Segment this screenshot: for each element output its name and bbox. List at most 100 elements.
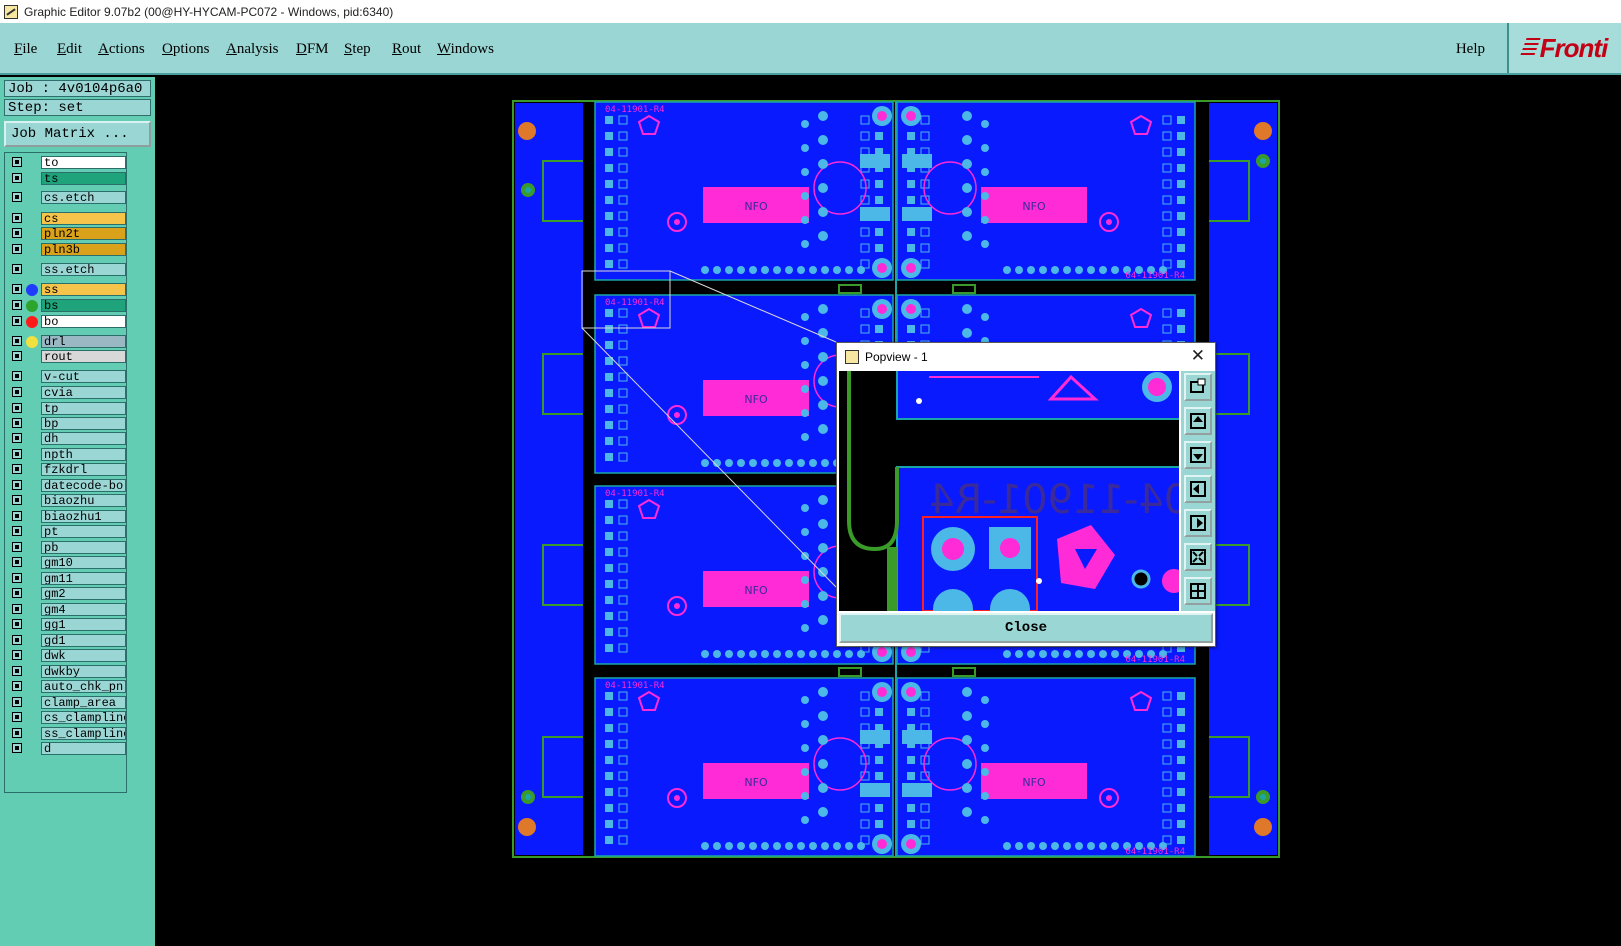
menu-analysis[interactable]: Analysis — [226, 41, 279, 58]
layer-row[interactable]: bs — [5, 299, 126, 313]
layer-checkbox[interactable] — [12, 557, 22, 567]
layer-row[interactable]: ss.etch — [5, 263, 126, 277]
layer-checkbox[interactable] — [12, 728, 22, 738]
layer-checkbox[interactable] — [12, 418, 22, 428]
layer-row[interactable]: pb — [5, 541, 126, 555]
layer-row[interactable]: cvia — [5, 386, 126, 400]
layer-name-bo[interactable]: bo — [41, 315, 126, 328]
layer-row[interactable]: cs — [5, 212, 126, 226]
layer-checkbox[interactable] — [12, 650, 22, 660]
layer-name-pln2t[interactable]: pln2t — [41, 227, 126, 240]
layer-checkbox[interactable] — [12, 464, 22, 474]
layer-row[interactable]: gm4 — [5, 603, 126, 617]
layer-row[interactable]: gd1 — [5, 634, 126, 648]
layer-row[interactable]: pln2t — [5, 227, 126, 241]
popview-zoom-view[interactable]: 04-11901-R4 — [839, 371, 1179, 611]
layer-name-cvia[interactable]: cvia — [41, 386, 126, 399]
layer-checkbox[interactable] — [12, 573, 22, 583]
layer-name-gm11[interactable]: gm11 — [41, 572, 126, 585]
layer-name-d[interactable]: d — [41, 742, 126, 755]
layer-row[interactable]: drl — [5, 335, 126, 349]
layer-row[interactable]: cs.etch — [5, 191, 126, 205]
layer-row[interactable]: gm10 — [5, 556, 126, 570]
layer-checkbox[interactable] — [12, 351, 22, 361]
layer-name-tp[interactable]: tp — [41, 402, 126, 415]
layer-name-auto_chk_pnl[interactable]: auto_chk_pnl — [41, 680, 126, 693]
menu-options[interactable]: Options — [162, 41, 210, 58]
layer-name-gg1[interactable]: gg1 — [41, 618, 126, 631]
layer-checkbox[interactable] — [12, 300, 22, 310]
layer-checkbox[interactable] — [12, 526, 22, 536]
layer-row[interactable]: to — [5, 156, 126, 170]
layer-checkbox[interactable] — [12, 542, 22, 552]
layer-row[interactable]: fzkdrl — [5, 463, 126, 477]
pan-up-icon[interactable] — [1184, 407, 1212, 435]
popview-close-icon[interactable]: ✕ — [1191, 347, 1205, 365]
layer-checkbox[interactable] — [12, 244, 22, 254]
layer-name-dwkby[interactable]: dwkby — [41, 665, 126, 678]
layer-name-v-cut[interactable]: v-cut — [41, 370, 126, 383]
layer-row[interactable]: ss_clampline — [5, 727, 126, 741]
layer-name-pb[interactable]: pb — [41, 541, 126, 554]
pan-right-icon[interactable] — [1184, 509, 1212, 537]
layer-row[interactable]: auto_chk_pnl — [5, 680, 126, 694]
layer-checkbox[interactable] — [12, 284, 22, 294]
layer-name-bs[interactable]: bs — [41, 299, 126, 312]
layer-name-dwk[interactable]: dwk — [41, 649, 126, 662]
layer-checkbox[interactable] — [12, 495, 22, 505]
layer-checkbox[interactable] — [12, 371, 22, 381]
layer-name-cs_clampline[interactable]: cs_clampline — [41, 711, 126, 724]
layer-row[interactable]: ts — [5, 172, 126, 186]
job-matrix-button[interactable]: Job Matrix ... — [4, 121, 151, 147]
pan-left-icon[interactable] — [1184, 475, 1212, 503]
menu-step[interactable]: Step — [344, 41, 371, 58]
layer-checkbox[interactable] — [12, 387, 22, 397]
layer-name-bp[interactable]: bp — [41, 417, 126, 430]
layer-checkbox[interactable] — [12, 213, 22, 223]
layer-name-gm10[interactable]: gm10 — [41, 556, 126, 569]
layer-name-to[interactable]: to — [41, 156, 126, 169]
layer-row[interactable]: d — [5, 742, 126, 756]
layer-checkbox[interactable] — [12, 157, 22, 167]
layer-checkbox[interactable] — [12, 635, 22, 645]
zoom-in-icon[interactable] — [1184, 543, 1212, 571]
layer-row[interactable]: v-cut — [5, 370, 126, 384]
layer-checkbox[interactable] — [12, 511, 22, 521]
layer-checkbox[interactable] — [12, 192, 22, 202]
layer-name-biaozhu1[interactable]: biaozhu1 — [41, 510, 126, 523]
zoom-out-icon[interactable] — [1184, 577, 1212, 605]
layer-row[interactable]: bp — [5, 417, 126, 431]
layer-checkbox[interactable] — [12, 336, 22, 346]
menu-actions[interactable]: Actions — [98, 41, 145, 58]
layer-checkbox[interactable] — [12, 480, 22, 490]
pan-down-icon[interactable] — [1184, 441, 1212, 469]
layer-row[interactable]: dwkby — [5, 665, 126, 679]
layer-row[interactable]: gm11 — [5, 572, 126, 586]
menu-dfm[interactable]: DFM — [296, 41, 329, 58]
layer-checkbox[interactable] — [12, 316, 22, 326]
layer-name-pln3b[interactable]: pln3b — [41, 243, 126, 256]
layer-name-drl[interactable]: drl — [41, 335, 126, 348]
layer-row[interactable]: dh — [5, 432, 126, 446]
layer-row[interactable]: clamp_area — [5, 696, 126, 710]
layer-row[interactable]: gm2 — [5, 587, 126, 601]
menu-rout[interactable]: Rout — [392, 41, 421, 58]
layer-name-cs.etch[interactable]: cs.etch — [41, 191, 126, 204]
layer-name-gm2[interactable]: gm2 — [41, 587, 126, 600]
layer-name-pt[interactable]: pt — [41, 525, 126, 538]
layer-checkbox[interactable] — [12, 604, 22, 614]
layer-row[interactable]: bo — [5, 315, 126, 329]
layer-name-clamp_area[interactable]: clamp_area — [41, 696, 126, 709]
layer-name-gd1[interactable]: gd1 — [41, 634, 126, 647]
zoom-window-icon[interactable] — [1184, 373, 1212, 401]
layer-name-ss.etch[interactable]: ss.etch — [41, 263, 126, 276]
menu-windows[interactable]: Windows — [437, 41, 494, 58]
layer-checkbox[interactable] — [12, 697, 22, 707]
layer-row[interactable]: npth — [5, 448, 126, 462]
layer-checkbox[interactable] — [12, 173, 22, 183]
layer-row[interactable]: pt — [5, 525, 126, 539]
layer-row[interactable]: datecode-bo — [5, 479, 126, 493]
layer-row[interactable]: gg1 — [5, 618, 126, 632]
layer-row[interactable]: pln3b — [5, 243, 126, 257]
layer-name-ss_clampline[interactable]: ss_clampline — [41, 727, 126, 740]
